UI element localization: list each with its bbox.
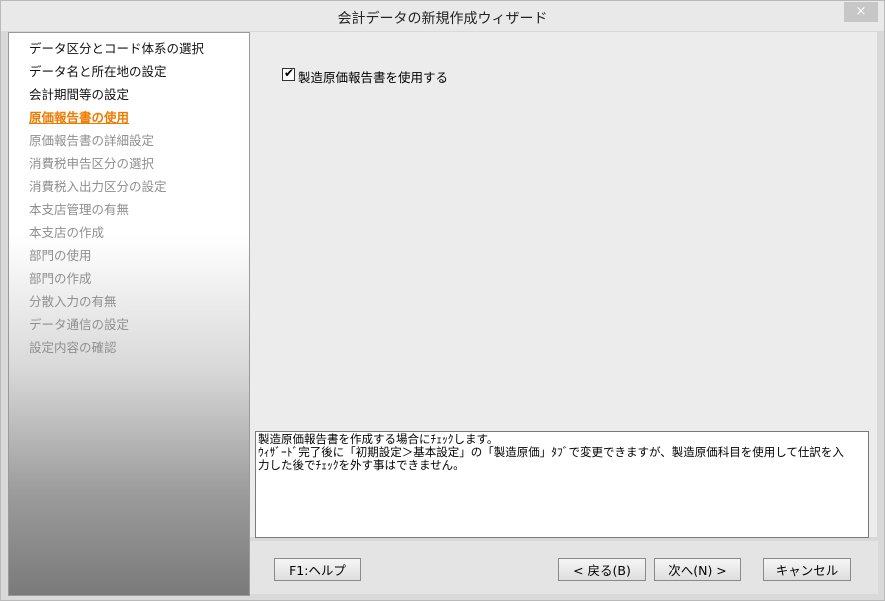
steps-sidebar: データ区分とコード体系の選択 データ名と所在地の設定 会計期間等の設定 原価報告…	[8, 32, 250, 596]
step-item-0: データ区分とコード体系の選択	[29, 41, 205, 56]
step-item-2: 会計期間等の設定	[29, 87, 130, 102]
step-item-8: 本支店の作成	[29, 225, 105, 240]
next-button[interactable]: 次へ(N) >	[654, 558, 741, 581]
check-icon: ✔	[284, 66, 295, 80]
info-textbox[interactable]: 製造原価報告書を作成する場合にﾁｪｯｸします。 ｳｨｻﾞｰﾄﾞ完了後に「初期設定…	[255, 431, 869, 538]
step-item-12: データ通信の設定	[29, 317, 130, 332]
step-item-11: 分散入力の有無	[29, 294, 117, 309]
step-item-9: 部門の使用	[29, 248, 92, 263]
step-item-6: 消費税入出力区分の設定	[29, 179, 167, 194]
step-item-10: 部門の作成	[29, 271, 92, 286]
info-line-3: 力した後でﾁｪｯｸを外す事はできません。	[258, 458, 465, 472]
step-item-7: 本支店管理の有無	[29, 202, 130, 217]
cancel-button[interactable]: キャンセル	[763, 558, 851, 581]
button-bar: F1:ヘルプ < 戻る(B) 次へ(N) > キャンセル	[250, 541, 878, 594]
close-button[interactable]: ×	[844, 2, 878, 22]
step-item-1: データ名と所在地の設定	[29, 64, 167, 79]
step-item-13: 設定内容の確認	[29, 340, 117, 355]
use-cost-report-label[interactable]: 製造原価報告書を使用する	[298, 67, 448, 86]
step-item-5: 消費税申告区分の選択	[29, 156, 155, 171]
use-cost-report-checkbox[interactable]: ✔	[282, 66, 295, 81]
wizard-window: 会計データの新規作成ウィザード × データ区分とコード体系の選択 データ名と所在…	[0, 0, 885, 601]
window-title: 会計データの新規作成ウィザード	[337, 11, 548, 27]
close-icon: ×	[855, 4, 867, 19]
step-item-3: 原価報告書の使用	[29, 110, 130, 125]
help-button[interactable]: F1:ヘルプ	[274, 558, 361, 581]
title-bar: 会計データの新規作成ウィザード ×	[1, 1, 884, 31]
step-item-4: 原価報告書の詳細設定	[29, 133, 155, 148]
back-button[interactable]: < 戻る(B)	[558, 558, 646, 581]
